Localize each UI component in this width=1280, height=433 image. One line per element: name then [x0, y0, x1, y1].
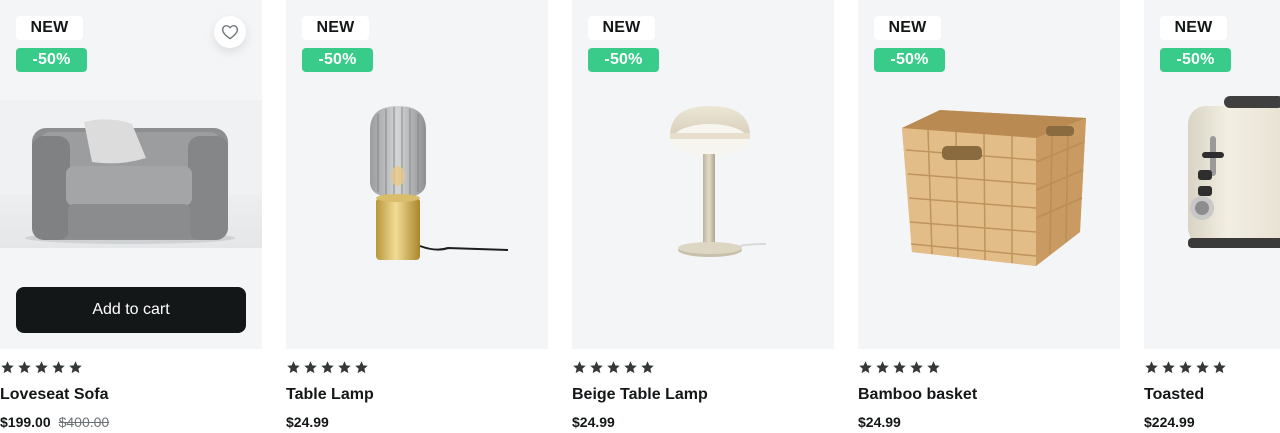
star-icon	[590, 361, 603, 374]
star-icon	[287, 361, 300, 374]
rating-stars	[0, 360, 83, 376]
product-price: $199.00	[0, 414, 51, 430]
table-lamp-image	[370, 106, 509, 260]
wishlist-button[interactable]	[214, 16, 246, 48]
product-price: $24.99	[572, 414, 615, 430]
product-card-table-lamp[interactable]: NEW -50% Table Lamp $24.99	[286, 0, 548, 433]
product-price-row: $24.99	[572, 412, 615, 432]
rating-stars	[1144, 360, 1227, 376]
new-badge: NEW	[302, 16, 369, 40]
star-icon	[355, 361, 368, 374]
discount-badge: -50%	[874, 48, 945, 72]
star-icon	[338, 361, 351, 374]
star-icon	[859, 361, 872, 374]
rating-stars	[858, 360, 941, 376]
star-icon	[641, 361, 654, 374]
beige-lamp-image	[670, 106, 767, 257]
new-badge: NEW	[588, 16, 655, 40]
star-icon	[1179, 361, 1192, 374]
star-icon	[1196, 361, 1209, 374]
product-image-area[interactable]: NEW -50%	[1144, 0, 1280, 349]
star-icon	[893, 361, 906, 374]
product-image-area[interactable]: NEW -50% Add to cart	[0, 0, 262, 349]
product-card-loveseat-sofa[interactable]: NEW -50% Add to cart Loveseat Sofa $199.…	[0, 0, 262, 433]
toaster-image	[1188, 96, 1280, 248]
star-icon	[1162, 361, 1175, 374]
star-icon	[1145, 361, 1158, 374]
new-badge: NEW	[16, 16, 83, 40]
star-icon	[304, 361, 317, 374]
product-name[interactable]: Table Lamp	[286, 384, 374, 406]
product-name[interactable]: Toasted	[1144, 384, 1204, 406]
product-old-price: $400.00	[58, 414, 110, 430]
star-icon	[927, 361, 940, 374]
product-name[interactable]: Bamboo basket	[858, 384, 977, 406]
star-icon	[910, 361, 923, 374]
product-name[interactable]: Beige Table Lamp	[572, 384, 708, 406]
star-icon	[18, 361, 31, 374]
star-icon	[69, 361, 82, 374]
product-price: $24.99	[286, 414, 329, 430]
product-image-area[interactable]: NEW -50%	[286, 0, 548, 349]
discount-badge: -50%	[16, 48, 87, 72]
product-price-row: $24.99	[858, 412, 901, 432]
new-badge: NEW	[874, 16, 941, 40]
star-icon	[876, 361, 889, 374]
discount-badge: -50%	[1160, 48, 1231, 72]
sofa-image	[0, 100, 262, 248]
product-image-area[interactable]: NEW -50%	[572, 0, 834, 349]
new-badge: NEW	[1160, 16, 1227, 40]
heart-icon	[221, 25, 239, 40]
product-image-area[interactable]: NEW -50%	[858, 0, 1120, 349]
star-icon	[52, 361, 65, 374]
star-icon	[35, 361, 48, 374]
bamboo-basket-image	[902, 110, 1086, 266]
product-price: $24.99	[858, 414, 901, 430]
product-card-toasted[interactable]: NEW -50% Toasted $224.99	[1144, 0, 1280, 433]
rating-stars	[286, 360, 369, 376]
rating-stars	[572, 360, 655, 376]
add-to-cart-button[interactable]: Add to cart	[16, 287, 246, 333]
product-price-row: $224.99	[1144, 412, 1195, 432]
star-icon	[1213, 361, 1226, 374]
discount-badge: -50%	[588, 48, 659, 72]
star-icon	[573, 361, 586, 374]
star-icon	[1, 361, 14, 374]
product-card-beige-table-lamp[interactable]: NEW -50% Beige Table Lamp $24.99	[572, 0, 834, 433]
product-price-row: $199.00 $400.00	[0, 412, 109, 432]
star-icon	[624, 361, 637, 374]
product-price-row: $24.99	[286, 412, 329, 432]
product-card-bamboo-basket[interactable]: NEW -50% Bamboo basket $24.99	[858, 0, 1120, 433]
product-price: $224.99	[1144, 414, 1195, 430]
product-name[interactable]: Loveseat Sofa	[0, 384, 108, 406]
star-icon	[607, 361, 620, 374]
discount-badge: -50%	[302, 48, 373, 72]
star-icon	[321, 361, 334, 374]
